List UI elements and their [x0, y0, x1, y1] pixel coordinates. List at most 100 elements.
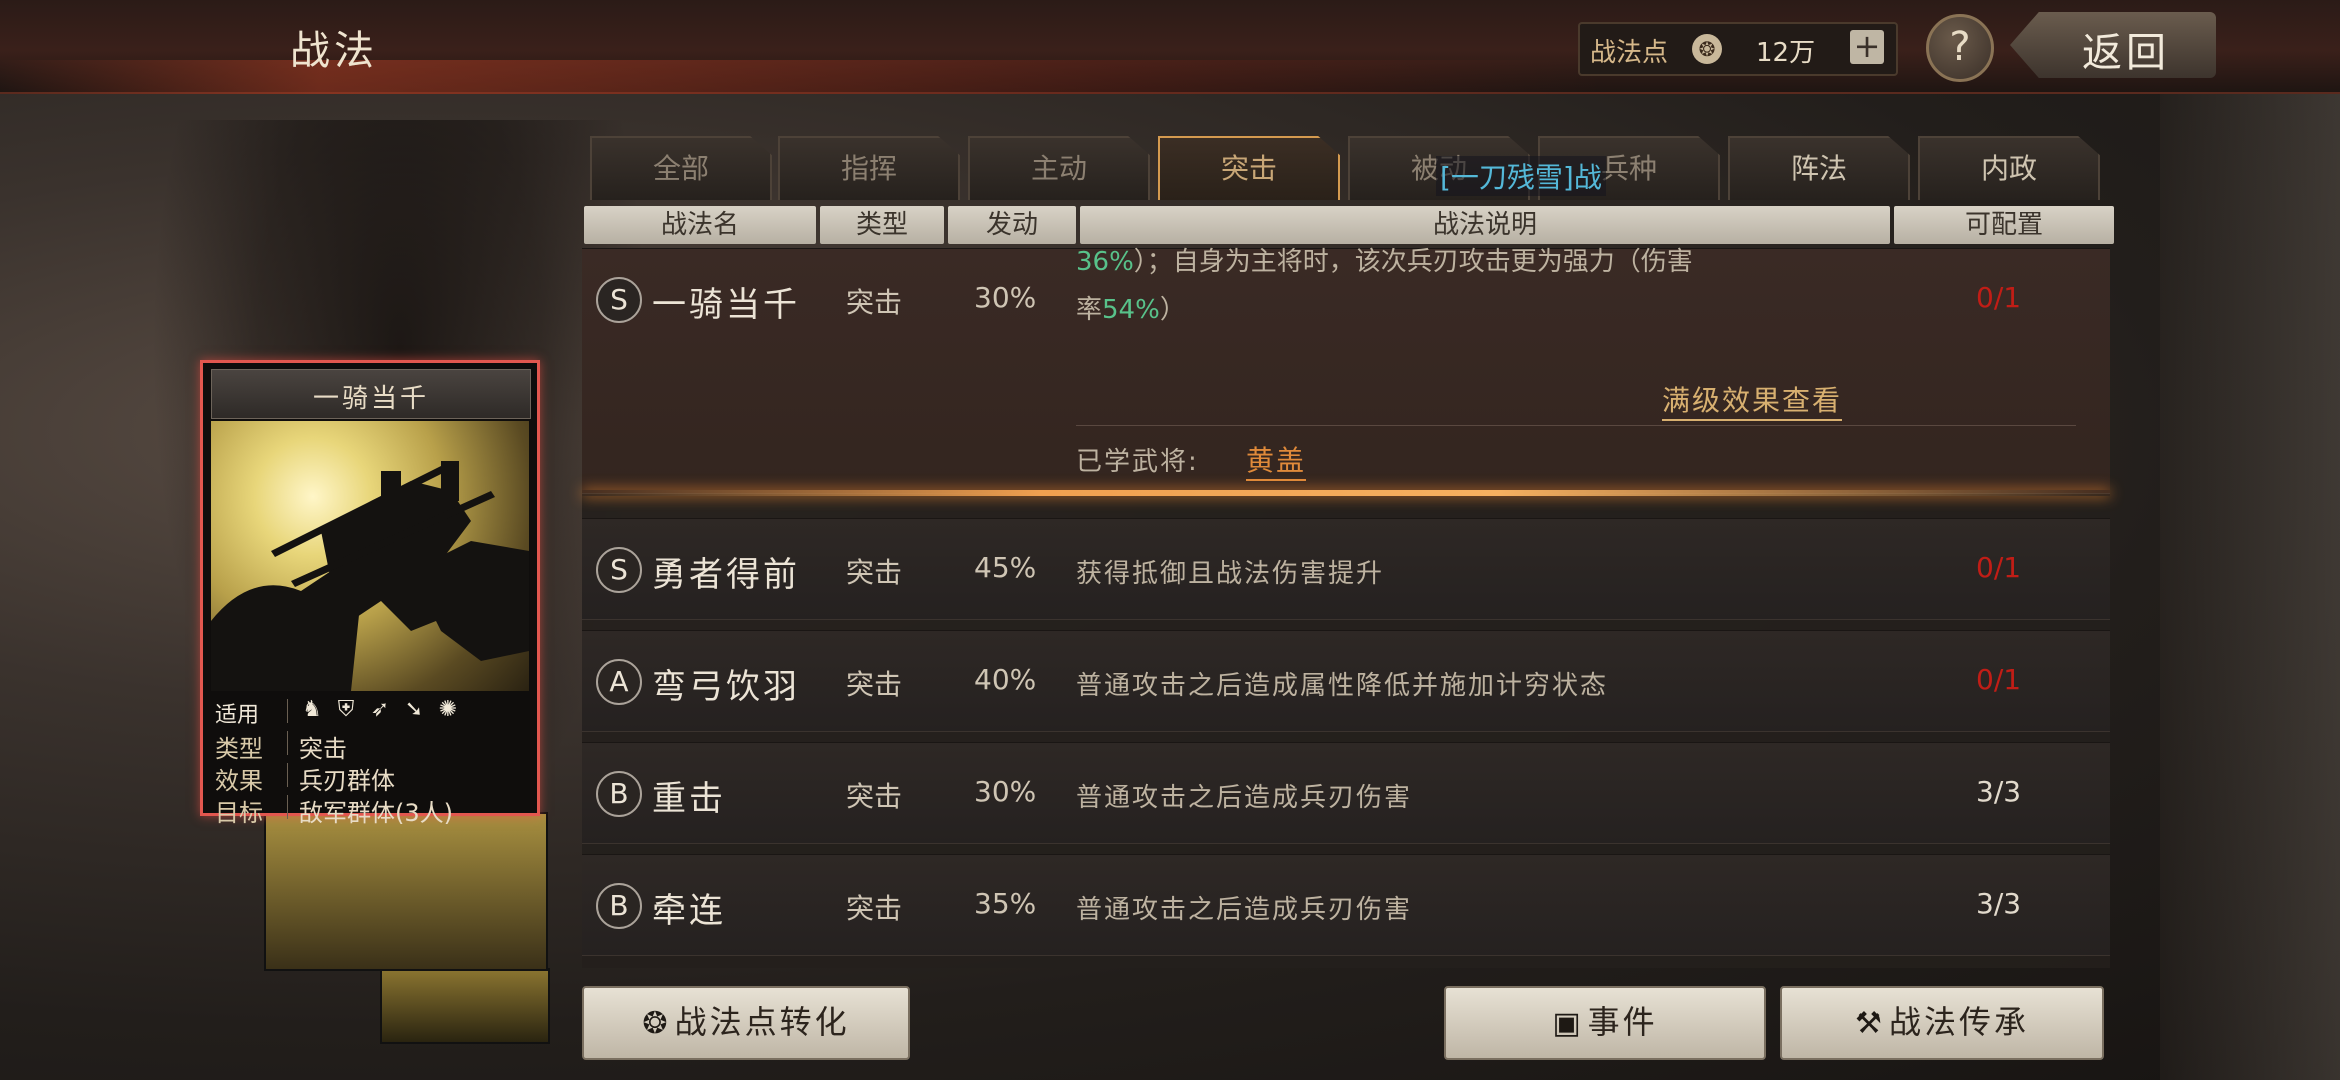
card-info: 适用 ♞ ⛨ ➶ ➘ ✺ 类型 突击 效果 兵刃群体 目标 敌军群体(3人) — [211, 695, 529, 827]
skill-type: 突击 — [846, 892, 903, 925]
grade-badge: B — [596, 771, 642, 817]
grade-badge: S — [596, 547, 642, 593]
bow-icon: ➶ — [370, 697, 390, 722]
event-button[interactable]: ▣ 事件 — [1444, 986, 1766, 1060]
info-separator — [287, 795, 288, 819]
column-header-type[interactable]: 类型 — [820, 206, 944, 244]
skill-rate: 30% — [974, 281, 1037, 314]
card-stack-middle — [264, 812, 548, 971]
skill-points-box: 战法点 ❂ 12万 + — [1578, 22, 1898, 76]
button-label: 事件 — [1587, 1003, 1658, 1041]
desc-text: ）；自身为主将时，该次兵刃攻击更为强力（伤害 — [1133, 247, 1693, 277]
card-title: 一骑当千 — [312, 384, 429, 414]
skill-inherit-button[interactable]: ⚒ 战法传承 — [1780, 986, 2104, 1060]
event-icon: ▣ — [1552, 1006, 1584, 1041]
skill-rate: 30% — [974, 775, 1037, 808]
hammer-icon: ⚒ — [1855, 1006, 1885, 1041]
wheel-icon: ✺ — [438, 697, 458, 722]
learned-generals-label: 已学武将: — [1076, 447, 1199, 477]
skill-point-icon: ❂ — [642, 1006, 671, 1041]
skill-row[interactable]: S 勇者得前 突击 45% 获得抵御且战法伤害提升 0/1 — [582, 518, 2110, 620]
top-bar: 战法 战法点 ❂ 12万 + ? 返回 — [0, 0, 2340, 94]
spear-icon: ➘ — [404, 697, 424, 722]
desc-value-highlight: 36% — [1076, 247, 1134, 277]
grade-badge: S — [596, 277, 642, 323]
skill-points-label: 战法点 — [1590, 38, 1669, 68]
background-right-decor — [2160, 90, 2340, 1080]
convert-skill-points-button[interactable]: ❂ 战法点转化 — [582, 986, 910, 1060]
tab-command[interactable]: 指挥 — [778, 136, 960, 200]
skill-row[interactable]: B 重击 突击 30% 普通攻击之后造成兵刃伤害 3/3 — [582, 742, 2110, 844]
skill-config: 3/3 — [1976, 775, 2022, 808]
skill-row-expanded[interactable]: S 一骑当千 突击 30% 36%）；自身为主将时，该次兵刃攻击更为强力（伤害 … — [582, 247, 2110, 494]
skill-card[interactable]: 一骑当千 适用 ♞ ⛨ ➶ ➘ ✺ 类型 突击 效果 兵刃群体 目标 敌军群体(… — [200, 360, 540, 827]
tab-formation[interactable]: 阵法 — [1728, 136, 1910, 200]
skill-name: 弯弓饮羽 — [652, 667, 800, 707]
card-info-effect: 效果 兵刃群体 — [211, 759, 529, 795]
cavalry-icon: ♞ — [302, 697, 322, 722]
skill-type: 突击 — [846, 668, 903, 701]
skill-rate: 45% — [974, 551, 1037, 584]
card-art-cavalry-charge — [211, 421, 529, 691]
desc-value-highlight: 54% — [1102, 295, 1160, 325]
skill-name: 勇者得前 — [652, 555, 800, 595]
tab-assault[interactable]: 突击 — [1158, 136, 1340, 200]
top-bar-glow — [0, 60, 1600, 94]
max-level-effect-link[interactable]: 满级效果查看 — [1662, 379, 1843, 421]
selection-glow-line — [582, 490, 2110, 496]
page-title: 战法 — [290, 28, 378, 74]
help-button[interactable]: ? — [1926, 14, 1994, 82]
cavalry-silhouette-art — [211, 461, 529, 691]
learned-general-link[interactable]: 黄盖 — [1246, 439, 1307, 481]
column-header-config[interactable]: 可配置 — [1894, 206, 2114, 244]
skill-row[interactable]: A 弯弓饮羽 突击 40% 普通攻击之后造成属性降低并施加计穷状态 0/1 — [582, 630, 2110, 732]
skill-tooltip: [一刀残雪]战 — [1436, 156, 1606, 196]
skill-name: 一骑当千 — [652, 285, 800, 325]
skill-type: 突击 — [846, 780, 903, 813]
desc-text: ） — [1159, 295, 1186, 325]
skill-desc-line-2: 率54%） — [1076, 289, 1186, 326]
skill-rate: 40% — [974, 663, 1037, 696]
column-header-rate[interactable]: 发动 — [948, 206, 1076, 244]
skill-desc: 普通攻击之后造成属性降低并施加计穷状态 — [1076, 671, 1609, 701]
card-info-target: 目标 敌军群体(3人) — [211, 791, 529, 827]
skill-row[interactable]: B 牵连 突击 35% 普通攻击之后造成兵刃伤害 3/3 — [582, 854, 2110, 956]
skill-desc-line-1: 36%）；自身为主将时，该次兵刃攻击更为强力（伤害 — [1076, 241, 1693, 278]
skill-config: 0/1 — [1976, 663, 2022, 696]
skill-points-value: 12万 — [1756, 38, 1816, 68]
desc-text: 率 — [1076, 295, 1103, 325]
skill-name: 牵连 — [652, 891, 726, 931]
tab-active[interactable]: 主动 — [968, 136, 1150, 200]
skill-rate: 35% — [974, 887, 1037, 920]
info-separator — [287, 763, 288, 787]
grade-badge: A — [596, 659, 642, 705]
column-header-name[interactable]: 战法名 — [584, 206, 816, 244]
skill-desc: 普通攻击之后造成兵刃伤害 — [1076, 895, 1413, 925]
add-skill-points-button[interactable]: + — [1850, 30, 1884, 64]
skill-config: 0/1 — [1976, 551, 2022, 584]
card-info-type: 类型 突击 — [211, 727, 529, 763]
button-label: 战法点转化 — [674, 1003, 850, 1041]
tab-all[interactable]: 全部 — [590, 136, 772, 200]
unit-icons: ♞ ⛨ ➶ ➘ ✺ — [299, 697, 469, 723]
tab-internal[interactable]: 内政 — [1918, 136, 2100, 200]
skill-point-icon: ❂ — [1692, 34, 1722, 64]
shield-icon: ⛨ — [337, 697, 355, 722]
back-button[interactable]: 返回 — [2010, 12, 2216, 78]
skill-type: 突击 — [846, 286, 903, 319]
skill-type: 突击 — [846, 556, 903, 589]
info-key: 适用 — [215, 703, 260, 728]
info-value: 敌军群体(3人) — [299, 799, 453, 827]
info-separator — [287, 699, 288, 723]
skill-name: 重击 — [652, 779, 726, 819]
info-separator — [287, 731, 288, 755]
skill-desc: 获得抵御且战法伤害提升 — [1076, 559, 1385, 589]
divider — [1076, 425, 2076, 426]
card-info-apply: 适用 ♞ ⛨ ➶ ➘ ✺ — [211, 695, 529, 728]
button-label: 战法传承 — [1888, 1003, 2029, 1041]
grade-badge: B — [596, 883, 642, 929]
column-header-desc: 战法说明 — [1080, 206, 1890, 244]
back-button-label: 返回 — [2082, 30, 2170, 76]
category-tabs: 全部 指挥 主动 突击 被动 兵种 阵法 内政 — [590, 136, 2100, 202]
card-title-bar: 一骑当千 — [211, 369, 531, 419]
